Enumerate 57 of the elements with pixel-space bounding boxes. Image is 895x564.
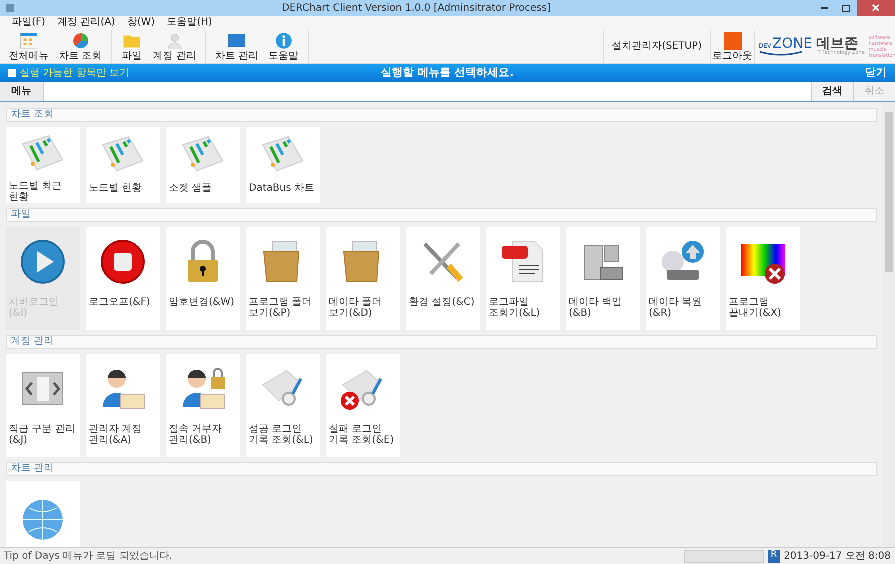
status-badge: R bbox=[768, 550, 780, 562]
menu-tile[interactable]: 로그파일 조회기(&L) bbox=[486, 227, 560, 330]
menu-item[interactable]: 계정 관리(A) bbox=[58, 18, 116, 28]
close-button[interactable] bbox=[857, 0, 895, 16]
section-header: 차트 조회 bbox=[6, 108, 877, 122]
menu-tile[interactable]: 로그오프(&F) bbox=[86, 227, 160, 330]
scrollbar[interactable] bbox=[883, 102, 895, 547]
toolbar-button[interactable]: 차트 조회 bbox=[54, 30, 108, 63]
menu-tile[interactable]: 데이타 백업(&B) bbox=[566, 227, 640, 330]
toolbar-button[interactable]: 파일 bbox=[116, 30, 148, 63]
window-title: DERChart Client Version 1.0.0 [Adminsitrator Process] bbox=[282, 2, 551, 16]
filter-label: 실행 가능한 항목만 보기 bbox=[20, 66, 130, 80]
menu-item[interactable]: 창(W) bbox=[127, 18, 156, 28]
menu-tile[interactable]: 프로그램 끝내기(&X) bbox=[726, 227, 800, 330]
menu-tile[interactable]: DataBus 차트 bbox=[246, 127, 320, 203]
maximize-icon bbox=[842, 4, 850, 12]
logo-korean: 데브존 bbox=[816, 37, 858, 51]
search-bar-button[interactable]: 검색 bbox=[811, 82, 853, 101]
status-message: Tip of Days 메뉴가 로딩 되었습니다. bbox=[4, 550, 174, 564]
square-icon bbox=[724, 32, 742, 50]
menu-item[interactable]: 파일(F) bbox=[12, 18, 46, 28]
menu-tile[interactable]: 환경 설정(&C) bbox=[406, 227, 480, 330]
menu-item[interactable]: 도움말(H) bbox=[167, 18, 212, 28]
stop-icon bbox=[99, 238, 147, 286]
menu-tile[interactable]: 직급 구분 관리(&J) bbox=[6, 354, 80, 457]
menu-tile[interactable]: 데이타 복원(&R) bbox=[646, 227, 720, 330]
menu-tile[interactable]: 암호변경(&W) bbox=[166, 227, 240, 330]
swoosh-icon bbox=[759, 51, 803, 56]
menu-tile[interactable]: 노드별 현황 bbox=[86, 127, 160, 203]
section-header: 파일 bbox=[6, 208, 877, 222]
monitor-icon bbox=[226, 32, 248, 50]
logout-button[interactable]: 로그아웃 bbox=[711, 30, 755, 63]
minimize-icon bbox=[820, 7, 828, 9]
menu-tile[interactable]: 성공 로그인 기록 조회(&L) bbox=[246, 354, 320, 457]
app-icon bbox=[6, 4, 14, 12]
toolbar-button[interactable]: 전체메뉴 bbox=[4, 30, 54, 63]
menu-tile[interactable]: 접속 거부자 관리(&B) bbox=[166, 354, 240, 457]
section-header: 차트 관리 bbox=[6, 462, 877, 476]
status-datetime: 2013-09-17 오전 8:08 bbox=[784, 550, 891, 564]
menu-tile[interactable]: 노드별 최근 현황 bbox=[6, 127, 80, 203]
menu-tile[interactable]: 데이타 폴더 보기(&D) bbox=[326, 227, 400, 330]
logo-text: ZONE bbox=[772, 37, 812, 51]
menu-tile[interactable]: 실패 로그인 기록 조회(&E) bbox=[326, 354, 400, 457]
play-icon bbox=[19, 238, 67, 286]
toolbar-button[interactable]: 계정 관리 bbox=[148, 30, 202, 63]
setup-button[interactable]: 설치관리자(SETUP) bbox=[603, 30, 711, 63]
close-link[interactable]: 닫기 bbox=[657, 64, 887, 82]
menu-tile[interactable]: 관리자 계정 관리(&A) bbox=[86, 354, 160, 457]
checkbox[interactable] bbox=[8, 69, 16, 77]
section-header: 계정 관리 bbox=[6, 335, 877, 349]
menu-tab[interactable]: 메뉴 bbox=[0, 82, 44, 101]
banner-message: 실행할 메뉴를 선택하세요. bbox=[381, 64, 514, 81]
toolbar-button[interactable]: 도움말 bbox=[264, 30, 304, 63]
close-icon bbox=[872, 4, 880, 12]
menu-tile[interactable]: 프로그램 폴더 보기(&P) bbox=[246, 227, 320, 330]
toolbar-button[interactable]: 차트 관리 bbox=[210, 30, 264, 63]
menu-tile[interactable]: 소켓 샘플 bbox=[166, 127, 240, 203]
